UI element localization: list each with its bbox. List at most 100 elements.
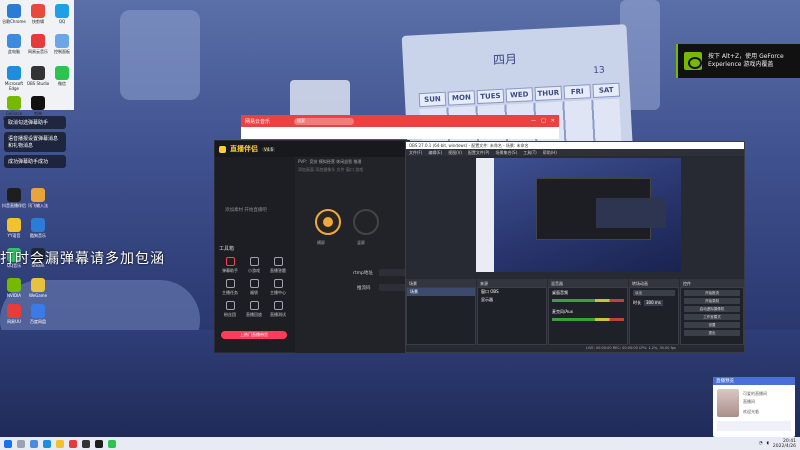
notification[interactable]: 取消勾选弹幕助手 bbox=[4, 116, 66, 129]
app-icon bbox=[55, 34, 69, 48]
desktop-icon[interactable]: 网易云音乐 bbox=[26, 34, 50, 54]
desktop-icon[interactable]: 讯飞输入法 bbox=[26, 188, 50, 208]
audio-meter bbox=[552, 299, 624, 302]
desktop-icon[interactable]: NVIDIA bbox=[2, 278, 26, 298]
search-icon[interactable] bbox=[17, 439, 25, 448]
desktop-icon[interactable]: 酷狗音乐 bbox=[26, 218, 50, 238]
tool-button[interactable]: 直播测试 bbox=[267, 301, 289, 318]
volume-icon[interactable]: ◖ bbox=[767, 441, 769, 446]
calendar-day: FRI bbox=[563, 84, 592, 100]
obs-taskbar-icon[interactable] bbox=[82, 439, 90, 448]
tool-button[interactable]: 粉丝团 bbox=[219, 301, 241, 318]
tool-button[interactable]: 弹幕助手 bbox=[219, 257, 241, 274]
tool-icon bbox=[273, 257, 283, 266]
desktop-icon[interactable]: 微信 bbox=[50, 66, 74, 86]
zhibo-category-tabs[interactable]: PVP：竞技 模拟经营 休闲益智 推理 bbox=[295, 157, 411, 165]
obs-control-button[interactable]: 开始推流 bbox=[684, 290, 740, 296]
obs-menu-item[interactable]: 文件(F) bbox=[409, 150, 422, 155]
obs-menu-item[interactable]: 配置文件(P) bbox=[468, 150, 490, 155]
notification[interactable]: 成功弹幕助手成功 bbox=[4, 155, 66, 168]
music-window[interactable]: 网易云音乐 搜索 — □ ✕ bbox=[241, 115, 559, 139]
obs-preview[interactable] bbox=[476, 158, 681, 272]
notification[interactable]: 语音播报设置弹幕消息和礼物消息 bbox=[4, 132, 66, 152]
tool-button[interactable]: 小游戏 bbox=[243, 257, 265, 274]
app-icon bbox=[7, 96, 21, 110]
desktop-icon[interactable]: QQ bbox=[50, 4, 74, 24]
clock[interactable]: 20:41 2022/4/26 bbox=[773, 439, 796, 449]
desktop-icon-label: YY语音 bbox=[7, 233, 21, 238]
app-icon bbox=[31, 96, 45, 110]
obs-control-button[interactable]: 退出 bbox=[684, 330, 740, 336]
music-taskbar-icon[interactable] bbox=[69, 439, 77, 448]
desktop-icon[interactable]: 网易UU bbox=[2, 304, 26, 324]
chat-input[interactable] bbox=[717, 421, 791, 431]
minimize-icon[interactable]: — bbox=[531, 118, 536, 124]
tool-button[interactable]: 直播回放 bbox=[243, 301, 265, 318]
desktop-icon[interactable]: 快剪辑 bbox=[26, 4, 50, 24]
desktop-icon[interactable]: 百度网盘 bbox=[26, 304, 50, 324]
obs-menu-item[interactable]: 编辑(E) bbox=[428, 150, 442, 155]
transitions-dock[interactable]: 淡出 时长 300 ms bbox=[629, 287, 679, 345]
maximize-icon[interactable]: □ bbox=[541, 118, 546, 124]
preview-chat-widget[interactable]: 直播预览 可爱的直播间 直播间 欢迎光临 bbox=[713, 377, 795, 437]
obs-menu-item[interactable]: 场景集合(S) bbox=[495, 150, 517, 155]
desktop-icon[interactable]: 抖音直播伴侣 bbox=[2, 188, 26, 208]
source-item[interactable]: 窗口 OBS bbox=[478, 288, 546, 296]
desktop-icon[interactable]: Microsoft Edge bbox=[2, 66, 26, 91]
obs-titlebar: OBS 27.0.1 (64-bit, windows) - 配置文件: 未命名… bbox=[406, 142, 744, 149]
mixer-dock[interactable]: 桌面音频 麦克风/Aux bbox=[548, 287, 628, 345]
scenes-dock-title: 场景 bbox=[406, 279, 476, 287]
edge-icon[interactable] bbox=[43, 439, 51, 448]
obs-control-button[interactable]: 设置 bbox=[684, 322, 740, 328]
app-icon bbox=[7, 218, 21, 232]
geforce-toast[interactable]: 按下 Alt+Z，使用 GeForce Experience 游戏内覆盖 bbox=[676, 44, 800, 78]
obs-menu-item[interactable]: 视图(V) bbox=[448, 150, 462, 155]
calendar-day: THUR bbox=[534, 85, 563, 102]
wechat-taskbar-icon[interactable] bbox=[108, 439, 116, 448]
tool-button[interactable]: 福袋 bbox=[243, 279, 265, 296]
tool-button[interactable]: 直播答题 bbox=[267, 257, 289, 274]
obs-control-button[interactable]: 工作室模式 bbox=[684, 314, 740, 320]
desktop-icon[interactable]: OBS Studio bbox=[26, 66, 50, 86]
zhibo-source-options[interactable]: 添加画面 添加摄像头 文件 窗口 游戏 bbox=[295, 165, 411, 173]
wifi-icon[interactable]: ◔ bbox=[759, 441, 763, 446]
landscape-mode-button[interactable] bbox=[315, 209, 341, 235]
desktop-icon[interactable]: 此电脑 bbox=[2, 34, 26, 54]
calendar-month: 四月 bbox=[492, 51, 518, 68]
tool-icon bbox=[225, 279, 235, 288]
close-icon[interactable]: ✕ bbox=[551, 118, 555, 124]
zhibo-taskbar-icon[interactable] bbox=[95, 439, 103, 448]
hot-live-button[interactable]: 上热门直播带货 bbox=[221, 331, 287, 339]
obs-control-button[interactable]: 开始录制 bbox=[684, 298, 740, 304]
tool-button[interactable]: 主播任务 bbox=[219, 279, 241, 296]
key-label: 推流码 bbox=[357, 286, 371, 291]
obs-control-button[interactable]: 启动虚拟摄像机 bbox=[684, 306, 740, 312]
folder-icon[interactable] bbox=[56, 439, 64, 448]
duration-input[interactable]: 300 ms bbox=[644, 300, 663, 306]
calendar-day: SUN bbox=[418, 91, 447, 108]
desktop-icon[interactable]: YY语音 bbox=[2, 218, 26, 238]
sources-dock[interactable]: 窗口 OBS 显示器 bbox=[477, 287, 547, 345]
app-icon bbox=[31, 66, 45, 80]
obs-window[interactable]: OBS 27.0.1 (64-bit, windows) - 配置文件: 未命名… bbox=[405, 141, 745, 353]
zhibo-header: 直播伴侣 V4.6 bbox=[215, 141, 409, 157]
music-search-input[interactable]: 搜索 bbox=[294, 117, 355, 125]
scenes-dock[interactable]: 场景 bbox=[406, 287, 476, 345]
desktop-icon[interactable]: 谷歌Chrome bbox=[2, 4, 26, 24]
window-controls: — □ ✕ bbox=[531, 118, 555, 124]
desktop-icon[interactable]: 控制面板 bbox=[50, 34, 74, 54]
app-icon bbox=[7, 66, 21, 80]
source-item[interactable]: 显示器 bbox=[478, 296, 546, 304]
start-icon[interactable] bbox=[4, 439, 12, 448]
tool-button[interactable]: 主播中心 bbox=[267, 279, 289, 296]
obs-menu-item[interactable]: 帮助(H) bbox=[543, 150, 557, 155]
desktop-icon[interactable]: 剪映 bbox=[26, 96, 50, 116]
portrait-mode-button[interactable] bbox=[353, 209, 379, 235]
tool-icon bbox=[225, 301, 235, 310]
obs-menu-item[interactable]: 工具(T) bbox=[523, 150, 537, 155]
desktop-icon[interactable]: WeGame bbox=[26, 278, 50, 298]
zhibo-window[interactable]: 直播伴侣 V4.6 添加素材 开始直播吧 工具箱 弹幕助手 小游戏 直播答题 主播任务… bbox=[214, 140, 411, 353]
scene-item[interactable]: 场景 bbox=[407, 288, 475, 296]
transition-select[interactable]: 淡出 bbox=[633, 290, 675, 296]
taskview-icon[interactable] bbox=[30, 439, 38, 448]
